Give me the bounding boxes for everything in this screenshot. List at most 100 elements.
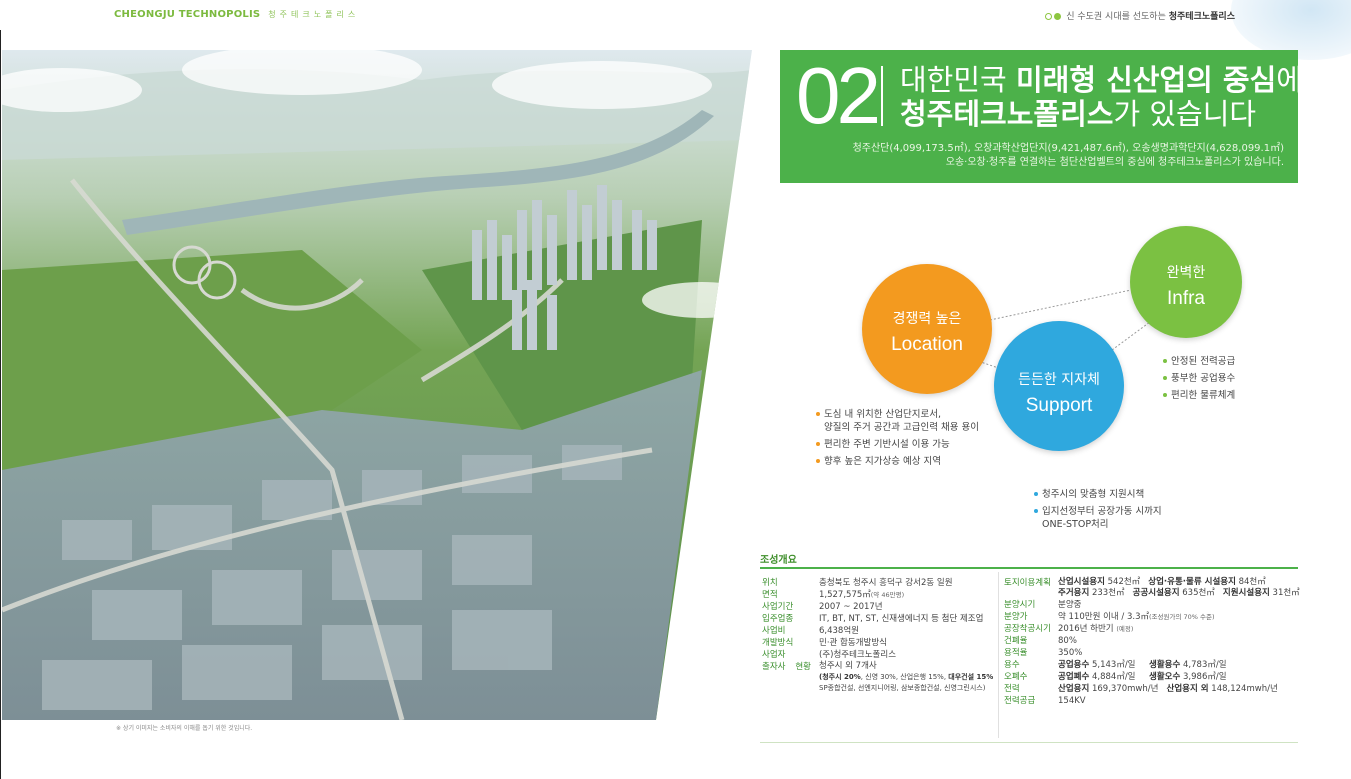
land-use-type: 산업시설용지 — [1058, 577, 1105, 587]
row-label: 공장착공시기 — [1004, 624, 1051, 634]
table-row: 개발방식 민·관 합동개발방식 — [762, 637, 994, 649]
circle-korean-label: 든든한 지자체 — [1018, 372, 1100, 388]
row-value-main: 2016년 하반기 — [1058, 624, 1114, 634]
row-value: 6,438억원 — [819, 626, 859, 636]
detail-text: , 신영 30%, 산업은행 15%, — [860, 673, 949, 681]
row-label: 토지이용계획 — [1004, 578, 1051, 588]
row-value: 350% — [1058, 648, 1083, 658]
table-row: 오폐수 공업폐수 4,884㎥/일 생활오수 3,986㎥/일 — [1004, 671, 1298, 683]
row-label: 분양가 — [1004, 612, 1028, 622]
location-bullets: 도심 내 위치한 산업단지로서, 양질의 주거 공간과 고급인력 채용 용이 편… — [816, 408, 979, 472]
land-use-type: 상업·유통·물류 시설용지 — [1148, 577, 1236, 587]
overview-right-column: 토지이용계획 산업시설용지 542천㎡ 상업·유통·물류 시설용지 84천㎡ 주… — [1004, 577, 1300, 707]
header-slogan: 신 수도권 시대를 선도하는 청주테크노폴리스 — [1045, 9, 1235, 22]
row-label: 사업비 — [762, 626, 786, 636]
circle-english-label: Infra — [1166, 288, 1206, 309]
row-label: 오폐수 — [1004, 672, 1028, 682]
detail-bold: (청주시 20% — [819, 673, 861, 681]
list-item: 입지선정부터 공장가동 시까지 ONE-STOP처리 — [1034, 505, 1162, 531]
land-use-area: 31천㎡ — [1269, 588, 1300, 598]
table-row: 용수 공업용수 5,143㎥/일 생활용수 4,783㎥/일 — [1004, 659, 1298, 671]
land-use-area: 84천㎡ — [1235, 577, 1266, 587]
aerial-photo — [2, 50, 752, 720]
row-label: 용적율 — [1004, 648, 1028, 658]
row-value: 민·관 합동개발방식 — [819, 638, 887, 648]
item-name: 공업용수 — [1058, 660, 1090, 670]
detail-bold: 대우건설 15% — [948, 673, 994, 681]
row-value-main: 청주시 외 7개사 — [819, 661, 877, 671]
table-row: 출자사 현황 청주시 외 7개사 (청주시 20%, 신영 30%, 산업은행 … — [762, 661, 994, 694]
infra-bullets: 안정된 전력공급 풍부한 공업용수 편리한 물류체계 — [1163, 355, 1235, 406]
slogan-prefix: 신 수도권 시대를 선도하는 — [1066, 12, 1166, 22]
item-amount: 5,143㎥/일 — [1089, 660, 1136, 670]
item-amount: 4,783㎥/일 — [1180, 660, 1227, 670]
item-name: 산업용지 — [1058, 684, 1090, 694]
list-item: 편리한 물류체계 — [1163, 389, 1235, 402]
overview-bottom-rule — [760, 742, 1298, 743]
row-note: (조성원가의 70% 수준) — [1149, 613, 1215, 621]
row-note: (예정) — [1116, 625, 1134, 633]
row-label: 건폐율 — [1004, 636, 1028, 646]
row-detail: SP종합건설, 선엔지니어링, 삼보종합건설, 신영그린시스) — [819, 684, 986, 692]
row-label: 출자사 현황 — [762, 662, 811, 672]
row-label: 입주업종 — [762, 614, 794, 624]
item-name: 산업용지 외 — [1166, 684, 1209, 694]
circle-korean-label: 경쟁력 높은 — [892, 311, 962, 327]
table-row: 분양시기 분양중 — [1004, 599, 1298, 611]
land-use-line-2: 주거용지 233천㎡ 공공시설용지 635천㎡ 지원시설용지 31천㎡ — [1058, 588, 1300, 599]
table-row: 입주업종 IT, BT, NT, ST, 신재생에너지 등 첨단 제조업 — [762, 613, 994, 625]
list-item: 향후 높은 지가상승 예상 지역 — [816, 455, 979, 468]
circle-korean-label: 완벽한 — [1166, 265, 1206, 281]
row-value: 충청북도 청주시 흥덕구 강서2동 일원 — [819, 578, 953, 588]
row-label: 위치 — [762, 578, 778, 588]
land-use-type: 주거용지 — [1058, 588, 1090, 598]
title-line-1: 대한민국 미래형 신산업의 중심에 — [900, 64, 1303, 96]
land-use-area: 635천㎡ — [1179, 588, 1215, 598]
row-value: IT, BT, NT, ST, 신재생에너지 등 첨단 제조업 — [819, 614, 984, 624]
row-label: 사업자 — [762, 650, 786, 660]
section-number: 02 — [796, 51, 881, 140]
overview-left-column: 위치 충청북도 청주시 흥덕구 강서2동 일원 면적 1,527,575㎡(약 46… — [762, 577, 994, 694]
table-row: 건폐율 80% — [1004, 635, 1298, 647]
infra-circle: 완벽한 Infra — [1130, 226, 1242, 338]
row-label: 개발방식 — [762, 638, 794, 648]
support-circle: 든든한 지자체 Support — [994, 321, 1124, 451]
row-value: 청주시 외 7개사 (청주시 20%, 신영 30%, 산업은행 15%, 대우… — [819, 661, 993, 694]
land-use-type: 지원시설용지 — [1222, 588, 1270, 598]
land-use-type: 공공시설용지 — [1132, 588, 1180, 598]
title-text: 에 — [1276, 63, 1303, 97]
item-amount: 148,124mwh/년 — [1208, 684, 1278, 694]
subtitle-line: 청주산단(4,099,173.5㎡), 오창과학산업단지(9,421,487.6… — [852, 143, 1284, 154]
title-text: 대한민국 — [900, 63, 1016, 97]
row-value: 2007 ~ 2017년 — [819, 602, 883, 612]
list-item: 편리한 주변 기반시설 이용 가능 — [816, 438, 979, 451]
row-value: 2016년 하반기 (예정) — [1058, 623, 1133, 635]
location-circle: 경쟁력 높은 Location — [862, 264, 992, 394]
table-row: 전력공급 154KV — [1004, 695, 1298, 707]
land-use-area: 542천㎡ — [1104, 577, 1141, 587]
row-label: 사업기간 — [762, 602, 794, 612]
table-row: 위치 충청북도 청주시 흥덕구 강서2동 일원 — [762, 577, 994, 589]
item-name: 생활용수 — [1149, 660, 1181, 670]
row-label: 분양시기 — [1004, 600, 1036, 610]
title-text: 가 있습니다 — [1113, 97, 1257, 131]
row-value: 154KV — [1058, 696, 1086, 706]
title-box: 02 대한민국 미래형 신산업의 중심에 청주테크노폴리스가 있습니다 청주산단… — [780, 50, 1303, 183]
ring-dot-icon — [1045, 13, 1053, 20]
land-use-area: 233천㎡ — [1089, 588, 1125, 598]
row-label: 전력공급 — [1004, 696, 1036, 706]
brand-korean: 청주테크노폴리스 — [268, 10, 360, 19]
circle-english-label: Support — [1025, 395, 1093, 416]
table-row: 토지이용계획 산업시설용지 542천㎡ 상업·유통·물류 시설용지 84천㎡ 주… — [1004, 577, 1300, 599]
row-value: 1,527,575㎡(약 46만평) — [819, 589, 904, 601]
title-divider — [881, 66, 883, 126]
page-edge-line — [0, 30, 1, 779]
overview-heading: 조성개요 — [760, 555, 797, 566]
row-value: 산업용지 169,370mwh/년 산업용지 외 148,124mwh/년 — [1058, 683, 1278, 695]
list-item: 청주시의 맞춤형 지원시책 — [1034, 488, 1162, 501]
table-row: 사업자 (주)청주테크노폴리스 — [762, 649, 994, 661]
row-value: 공업폐수 4,884㎥/일 생활오수 3,986㎥/일 — [1058, 671, 1227, 683]
row-value: 산업시설용지 542천㎡ 상업·유통·물류 시설용지 84천㎡ 주거용지 233… — [1058, 577, 1300, 599]
item-amount: 3,986㎥/일 — [1180, 672, 1227, 682]
list-item: 풍부한 공업용수 — [1163, 372, 1235, 385]
